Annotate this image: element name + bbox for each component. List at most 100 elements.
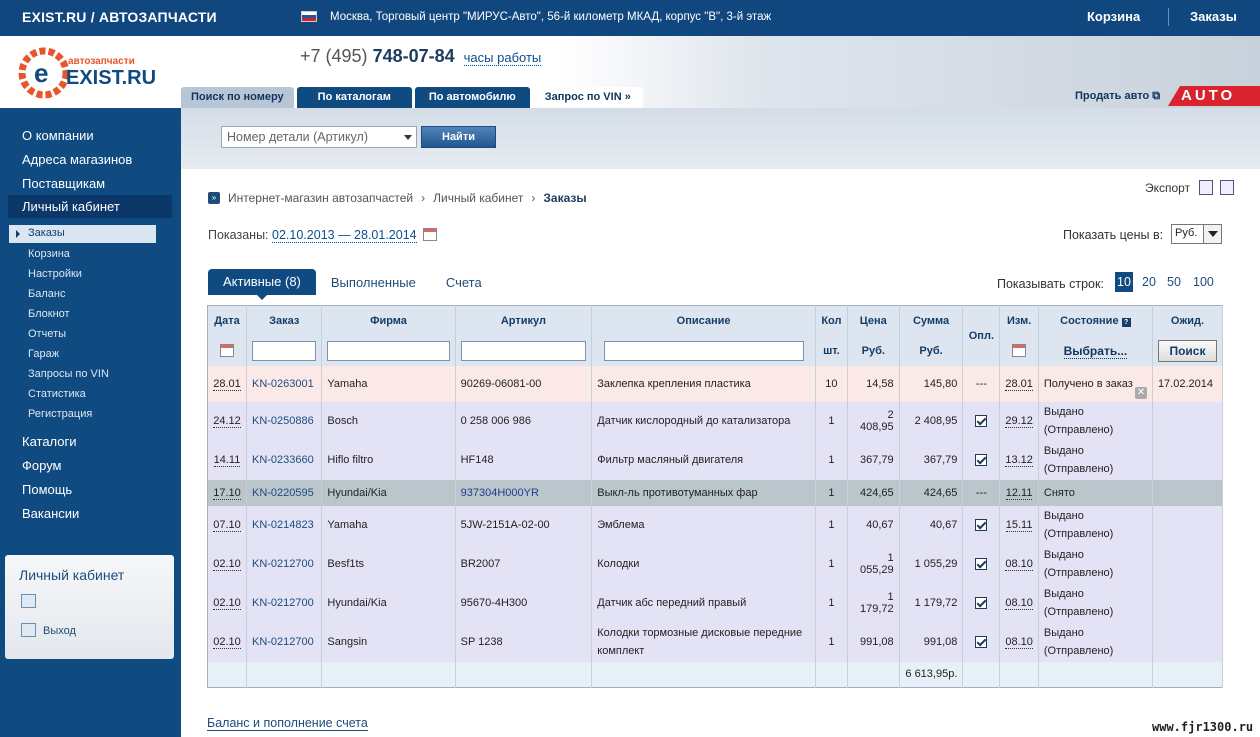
logout-icon[interactable]: [21, 623, 36, 637]
article-filter-input[interactable]: [460, 340, 587, 361]
sidebar-subitem-registration[interactable]: Регистрация: [28, 408, 92, 420]
sidebar-item-stores[interactable]: Адреса магазинов: [22, 152, 132, 167]
sidebar-item-catalogs[interactable]: Каталоги: [22, 434, 77, 449]
col-paid[interactable]: Опл.: [962, 305, 1001, 366]
balance-link[interactable]: Баланс и пополнение счета: [207, 716, 368, 731]
description-filter-input[interactable]: [603, 340, 804, 361]
col-article[interactable]: Артикул: [455, 305, 593, 336]
cart-link[interactable]: Корзина: [1087, 9, 1140, 24]
table-row[interactable]: 02.10 KN-0212700 Sangsin SP 1238 Колодки тор…: [207, 622, 1224, 662]
changed-cell[interactable]: 08.10: [999, 622, 1039, 662]
changed-cell[interactable]: 12.11: [999, 479, 1039, 506]
tab-by-car[interactable]: По автомобилю: [414, 87, 530, 108]
orders-link[interactable]: Заказы: [1190, 9, 1237, 24]
order-cell[interactable]: KN-0212700: [246, 544, 323, 584]
state-filter-dropdown[interactable]: Выбрать...: [1063, 343, 1128, 359]
date-cell[interactable]: 02.10: [207, 544, 247, 584]
help-icon[interactable]: ?: [1121, 317, 1131, 327]
calendar-icon[interactable]: [1012, 343, 1027, 357]
rows-option-50[interactable]: 50: [1167, 272, 1181, 292]
price-currency-select[interactable]: Руб.: [1171, 224, 1222, 244]
col-changed[interactable]: Изм.: [999, 305, 1039, 336]
user-profile-icon[interactable]: [21, 594, 36, 608]
order-cell[interactable]: KN-0233660: [246, 440, 323, 480]
search-type-select[interactable]: Номер детали (Артикул): [221, 126, 417, 148]
sidebar-subitem-garage[interactable]: Гараж: [28, 348, 59, 360]
sidebar-subitem-reports[interactable]: Отчеты: [28, 328, 66, 340]
col-description[interactable]: Описание: [591, 305, 816, 336]
date-range-link[interactable]: 02.10.2013 — 28.01.2014: [272, 228, 417, 243]
logout-link[interactable]: Выход: [43, 625, 76, 637]
order-filter-input[interactable]: [251, 340, 317, 361]
sidebar-subitem-settings[interactable]: Настройки: [28, 268, 82, 280]
auto-banner[interactable]: AUTO: [1168, 86, 1260, 106]
tab-catalogs[interactable]: По каталогам: [296, 87, 412, 108]
date-cell[interactable]: 07.10: [207, 505, 247, 545]
sidebar-item-account[interactable]: Личный кабинет: [8, 195, 172, 218]
export-link[interactable]: Экспорт: [1145, 181, 1190, 195]
help-icon[interactable]: [1220, 180, 1234, 195]
find-button[interactable]: Найти: [421, 126, 496, 148]
sidebar-subitem-cart[interactable]: Корзина: [28, 248, 70, 260]
tab-invoices[interactable]: Счета: [431, 275, 497, 290]
col-state[interactable]: Состояние ?: [1038, 305, 1153, 336]
sell-car-link[interactable]: Продать авто ⧉: [1075, 90, 1160, 103]
exist-logo[interactable]: e автозапчасти EXIST.RU: [18, 44, 168, 102]
date-cell[interactable]: 02.10: [207, 622, 247, 662]
sidebar-item-help[interactable]: Помощь: [22, 482, 72, 497]
table-search-button[interactable]: Поиск: [1157, 339, 1217, 362]
date-cell[interactable]: 14.11: [207, 440, 247, 480]
sidebar-item-suppliers[interactable]: Поставщикам: [22, 176, 105, 191]
col-sum[interactable]: Сумма: [899, 305, 964, 336]
sidebar-subitem-notebook[interactable]: Блокнот: [28, 308, 70, 320]
changed-cell[interactable]: 08.10: [999, 544, 1039, 584]
tab-active[interactable]: Активные (8): [208, 269, 316, 300]
order-cell[interactable]: KN-0250886: [246, 401, 323, 441]
sidebar-subitem-balance[interactable]: Баланс: [28, 288, 65, 300]
order-cell[interactable]: KN-0212700: [246, 583, 323, 623]
order-cell[interactable]: KN-0220595: [246, 479, 323, 506]
col-date[interactable]: Дата: [207, 305, 247, 336]
close-icon[interactable]: ✕: [1134, 386, 1147, 399]
sidebar-item-vacancies[interactable]: Вакансии: [22, 506, 79, 521]
sidebar-subitem-orders[interactable]: Заказы: [9, 225, 156, 243]
changed-cell[interactable]: 08.10: [999, 583, 1039, 623]
calendar-icon[interactable]: [423, 228, 438, 241]
changed-cell[interactable]: 15.11: [999, 505, 1039, 545]
changed-cell[interactable]: 28.01: [999, 365, 1039, 402]
excel-icon[interactable]: [1199, 180, 1213, 195]
order-cell[interactable]: KN-0263001: [246, 365, 323, 402]
calendar-icon[interactable]: [219, 343, 234, 357]
changed-cell[interactable]: 13.12: [999, 440, 1039, 480]
table-row[interactable]: 17.10 KN-0220595 Hyundai/Kia 937304H000YR Вы…: [207, 479, 1224, 506]
rows-option-100[interactable]: 100: [1193, 272, 1214, 292]
tab-search-by-number[interactable]: Поиск по номеру: [181, 87, 294, 108]
tab-vin-request[interactable]: Запрос по VIN »: [532, 87, 643, 108]
table-row[interactable]: 02.10 KN-0212700 Besf1ts BR2007 Колодки 1 1 05…: [207, 544, 1224, 584]
col-price[interactable]: Цена: [847, 305, 900, 336]
brand-filter-input[interactable]: [327, 340, 450, 361]
sidebar-subitem-statistics[interactable]: Статистика: [28, 388, 86, 400]
rows-option-10[interactable]: 10: [1115, 272, 1133, 292]
changed-cell[interactable]: 29.12: [999, 401, 1039, 441]
tab-completed[interactable]: Выполненные: [316, 275, 431, 290]
col-expected[interactable]: Ожид.: [1152, 305, 1224, 336]
table-row[interactable]: 24.12 KN-0250886 Bosch 0 258 006 986 Датчик …: [207, 401, 1224, 441]
date-cell[interactable]: 02.10: [207, 583, 247, 623]
table-row[interactable]: 07.10 KN-0214823 Yamaha 5JW-2151A-02-00 Эмбл…: [207, 505, 1224, 545]
breadcrumb-shop[interactable]: Интернет-магазин автозапчастей: [228, 191, 413, 205]
hours-link[interactable]: часы работы: [463, 50, 542, 66]
rows-option-20[interactable]: 20: [1142, 272, 1156, 292]
col-qty[interactable]: Кол: [815, 305, 848, 336]
date-cell[interactable]: 28.01: [207, 365, 247, 402]
sidebar-item-about[interactable]: О компании: [22, 128, 94, 143]
sidebar-item-forum[interactable]: Форум: [22, 458, 62, 473]
sidebar-subitem-vin-requests[interactable]: Запросы по VIN: [28, 368, 109, 380]
order-cell[interactable]: KN-0212700: [246, 622, 323, 662]
date-cell[interactable]: 24.12: [207, 401, 247, 441]
table-row[interactable]: 02.10 KN-0212700 Hyundai/Kia 95670-4H300 Дат…: [207, 583, 1224, 623]
col-order[interactable]: Заказ: [246, 305, 323, 336]
date-cell[interactable]: 17.10: [207, 479, 247, 506]
table-row[interactable]: 14.11 KN-0233660 Hiflo filtro HF148 Фильтр м…: [207, 440, 1224, 480]
order-cell[interactable]: KN-0214823: [246, 505, 323, 545]
